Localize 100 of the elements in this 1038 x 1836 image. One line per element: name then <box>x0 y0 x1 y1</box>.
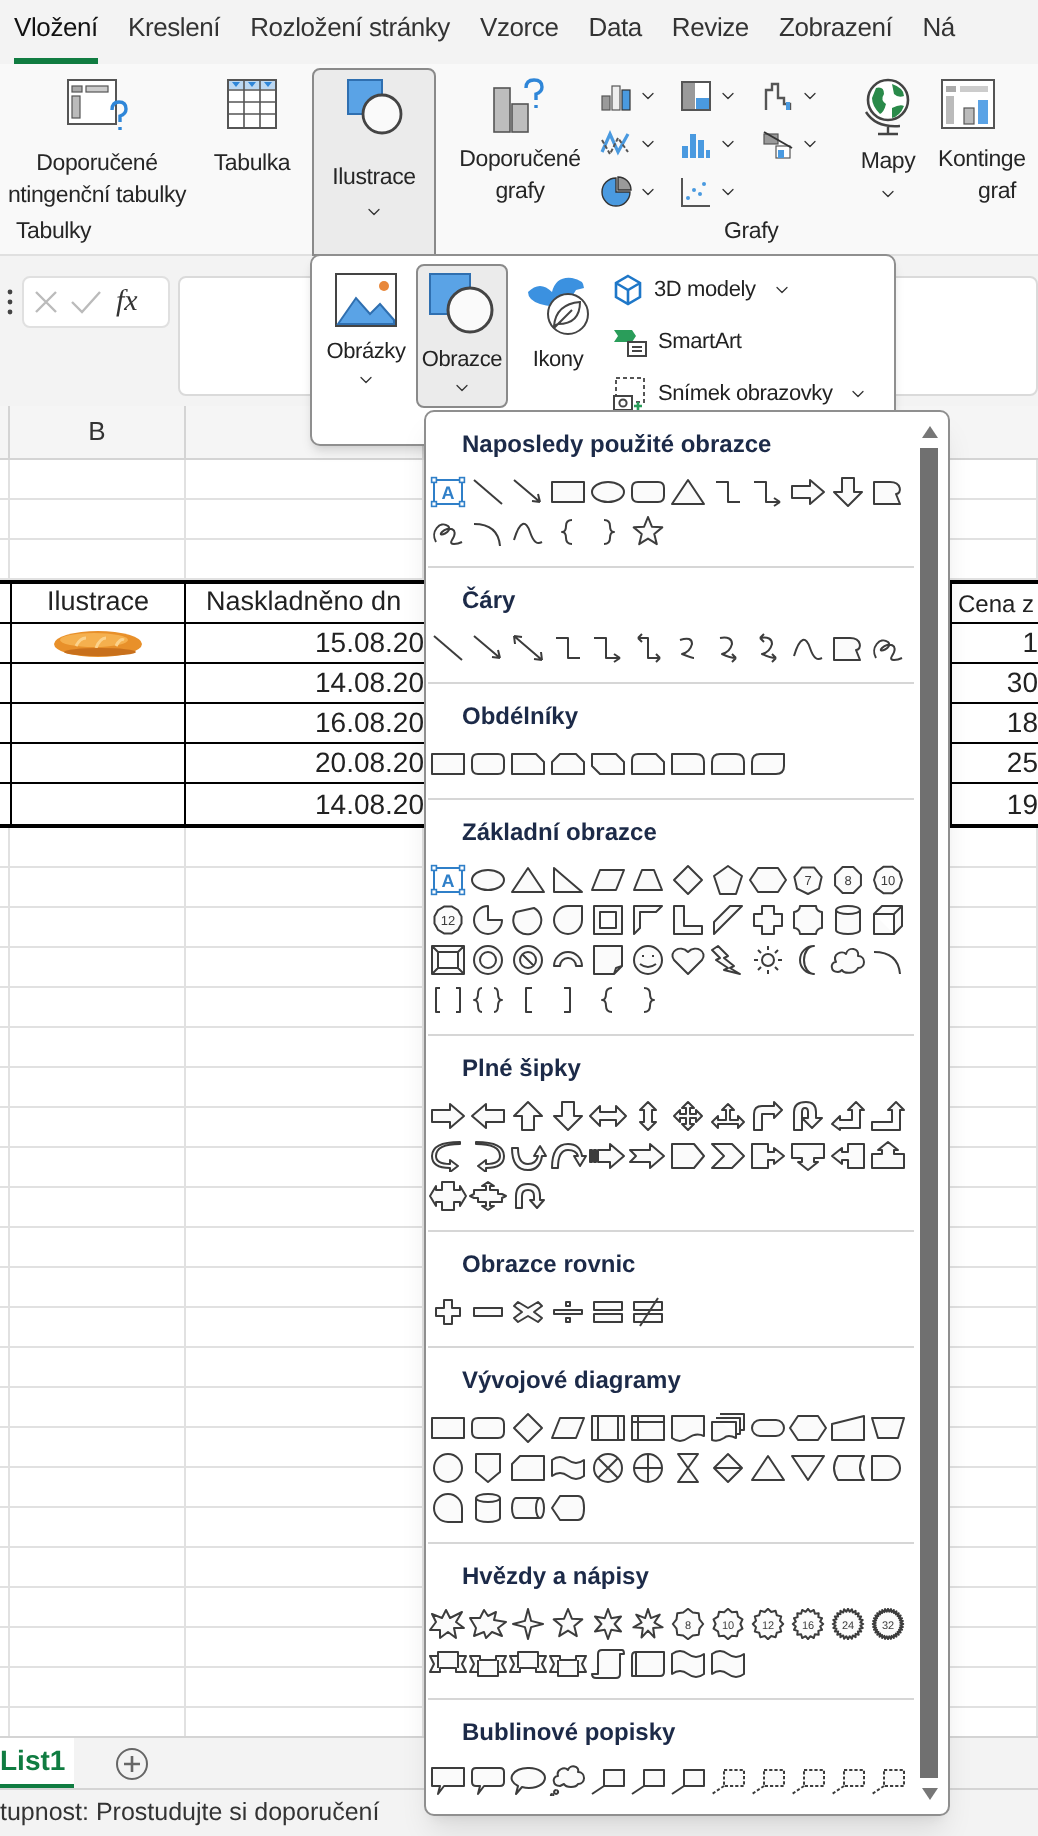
round-diag-shape-icon[interactable] <box>748 748 788 780</box>
l-shape-shape-icon[interactable] <box>668 904 708 936</box>
vertical-scroll-shape-icon[interactable] <box>588 1648 628 1680</box>
horizontal-scroll-shape-icon[interactable] <box>628 1648 668 1680</box>
line-shape-icon[interactable] <box>468 476 508 508</box>
parallelogram-shape-icon[interactable] <box>588 864 628 896</box>
recommended-pivot-table-button[interactable]: Doporučené ntingenční tabulky <box>0 76 194 214</box>
check-icon[interactable] <box>70 288 102 316</box>
sequential-storage-shape-icon[interactable] <box>428 1492 468 1524</box>
callout-cloud-shape-icon[interactable] <box>548 1764 588 1796</box>
recommended-charts-button[interactable]: Doporučené grafy <box>444 76 596 214</box>
line-callout-dashed-shape-icon[interactable] <box>748 1764 788 1796</box>
folded-corner-shape-icon[interactable] <box>588 944 628 976</box>
bent-arrow-shape-icon[interactable] <box>748 1100 788 1132</box>
stored-data-shape-icon[interactable] <box>828 1452 868 1484</box>
card-shape-icon[interactable] <box>508 1452 548 1484</box>
callout-rounded-shape-icon[interactable] <box>468 1764 508 1796</box>
menu-large-button[interactable]: Obrázky <box>320 264 412 408</box>
line-callout-dashed-shape-icon[interactable] <box>828 1764 868 1796</box>
line-shape-icon[interactable] <box>428 632 468 664</box>
table-button[interactable]: Tabulka <box>200 76 304 214</box>
right-triangle-shape-icon[interactable] <box>548 864 588 896</box>
ribbon-tab[interactable]: Data <box>588 8 642 64</box>
half-frame-shape-icon[interactable] <box>628 904 668 936</box>
explosion-two-shape-icon[interactable] <box>468 1608 508 1640</box>
parallelogram-shape-icon[interactable] <box>548 1412 588 1444</box>
maps-button[interactable]: Mapy <box>842 76 934 214</box>
diamond-shape-icon[interactable] <box>668 864 708 896</box>
left-right-up-arrow-shape-icon[interactable] <box>708 1100 748 1132</box>
menu-item[interactable]: SmartArt <box>612 320 869 364</box>
merge-shape-icon[interactable] <box>788 1452 828 1484</box>
wave-shape-icon[interactable] <box>708 1648 748 1680</box>
rounded-rect-shape-icon[interactable] <box>628 476 668 508</box>
down-arrow-callout-shape-icon[interactable] <box>788 1140 828 1172</box>
predefined-process-shape-icon[interactable] <box>588 1412 628 1444</box>
scrollbar-thumb[interactable] <box>920 448 938 1778</box>
ribbon-tab[interactable]: Rozložení stránky <box>250 8 450 64</box>
summing-junction-shape-icon[interactable] <box>588 1452 628 1484</box>
round-one-shape-icon[interactable] <box>668 748 708 780</box>
snip-diag-shape-icon[interactable] <box>588 748 628 780</box>
menu-large-button[interactable]: Ikony <box>512 264 604 408</box>
rect-shape-icon[interactable] <box>428 1412 468 1444</box>
illustrations-button[interactable]: Ilustrace <box>312 68 436 256</box>
direct-access-shape-icon[interactable] <box>508 1492 548 1524</box>
text-box-shape-icon[interactable]: A <box>428 864 468 896</box>
rounded-rect-shape-icon[interactable] <box>468 1412 508 1444</box>
teardrop-shape-icon[interactable] <box>548 904 588 936</box>
cloud-shape-icon[interactable] <box>828 944 868 976</box>
heart-shape-icon[interactable] <box>668 944 708 976</box>
internal-storage-shape-icon[interactable] <box>628 1412 668 1444</box>
rounded-rect-shape-icon[interactable] <box>468 748 508 780</box>
sort-shape-icon[interactable] <box>708 1452 748 1484</box>
add-sheet-icon[interactable] <box>114 1745 150 1781</box>
pentagon-shape-icon[interactable] <box>708 864 748 896</box>
multiply-shape-icon[interactable] <box>508 1296 548 1328</box>
document-shape-icon[interactable] <box>668 1412 708 1444</box>
left-up-arrow-shape-icon[interactable] <box>828 1100 868 1132</box>
callout-rect-shape-icon[interactable] <box>428 1764 468 1796</box>
manual-operation-shape-icon[interactable] <box>868 1412 908 1444</box>
more-options-icon[interactable] <box>6 288 14 316</box>
cube-shape-icon[interactable] <box>868 904 908 936</box>
explosion-shape-icon[interactable] <box>428 1608 468 1640</box>
donut-shape-icon[interactable] <box>468 944 508 976</box>
menu-item[interactable]: 3D modely <box>612 268 869 312</box>
equal-shape-icon[interactable] <box>588 1296 628 1328</box>
snip-round-shape-icon[interactable] <box>628 748 668 780</box>
line-callout-shape-icon[interactable] <box>628 1764 668 1796</box>
line-callout-dashed-shape-icon[interactable] <box>868 1764 908 1796</box>
quad-arrow-callout-shape-icon[interactable] <box>468 1180 508 1212</box>
snip-same-shape-icon[interactable] <box>548 748 588 780</box>
diamond-shape-icon[interactable] <box>508 1412 548 1444</box>
round-same-shape-icon[interactable] <box>708 748 748 780</box>
home-plate-shape-icon[interactable] <box>668 1140 708 1172</box>
sun-shape-icon[interactable] <box>748 944 788 976</box>
circle-shape-icon[interactable] <box>428 1452 468 1484</box>
diagonal-stripe-shape-icon[interactable] <box>708 904 748 936</box>
star7-shape-icon[interactable] <box>628 1608 668 1640</box>
frame-shape-icon[interactable] <box>588 904 628 936</box>
line-callout-dashed-shape-icon[interactable] <box>708 1764 748 1796</box>
line-callout-shape-icon[interactable] <box>588 1764 628 1796</box>
scroll-up-icon[interactable] <box>919 424 939 440</box>
curved-up-arrow-shape-icon[interactable] <box>508 1140 548 1172</box>
ellipse-shape-icon[interactable] <box>588 476 628 508</box>
text-box-shape-icon[interactable]: A <box>428 476 468 508</box>
star5-shape-icon[interactable] <box>548 1608 588 1640</box>
arrow-right-shape-icon[interactable] <box>788 476 828 508</box>
u-turn-arrow-shape-icon[interactable] <box>788 1100 828 1132</box>
ribbon-tab[interactable]: Revize <box>671 8 749 64</box>
hexagon-shape-icon[interactable] <box>748 864 788 896</box>
arrow-right-shape-icon[interactable] <box>428 1100 468 1132</box>
ribbon-tab[interactable]: Ná <box>922 8 955 64</box>
cross-shape-icon[interactable] <box>748 904 788 936</box>
insert-function-button[interactable]: fx <box>116 284 138 320</box>
ellipse-shape-icon[interactable] <box>468 864 508 896</box>
quad-arrow-shape-icon[interactable] <box>668 1100 708 1132</box>
smiley-shape-icon[interactable] <box>628 944 668 976</box>
star5-shape-icon[interactable] <box>628 516 668 548</box>
pivot-chart-button[interactable]: Kontinge graf <box>934 76 1038 214</box>
snip-rect-shape-icon[interactable] <box>508 748 548 780</box>
striped-arrow-shape-icon[interactable] <box>588 1140 628 1172</box>
